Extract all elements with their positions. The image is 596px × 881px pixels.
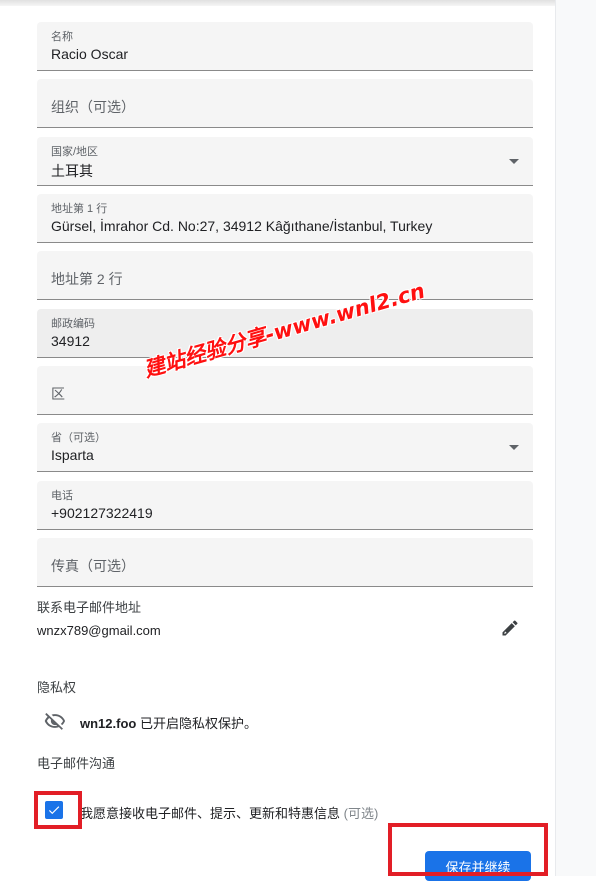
privacy-heading: 隐私权 <box>37 680 77 695</box>
dropdown-arrow-icon[interactable] <box>509 445 519 450</box>
address-line1-value[interactable]: Gürsel, İmrahor Cd. No:27, 34912 Kâğıtha… <box>51 218 432 234</box>
phone-label: 电话 <box>51 490 73 502</box>
pencil-icon[interactable] <box>500 618 520 638</box>
privacy-message: 已开启隐私权保护。 <box>136 716 257 731</box>
eye-off-icon <box>44 710 66 732</box>
address-line1-label: 地址第 1 行 <box>51 203 108 215</box>
consent-optional: (可选) <box>340 806 379 821</box>
organization-field[interactable]: 组织（可选） <box>37 79 533 128</box>
phone-value[interactable]: +902127322419 <box>51 505 153 521</box>
dropdown-arrow-icon[interactable] <box>509 159 519 164</box>
address-line2-placeholder: 地址第 2 行 <box>51 271 123 287</box>
district-field[interactable]: 区 <box>37 366 533 415</box>
postal-code-label: 邮政编码 <box>51 318 95 330</box>
name-field[interactable]: 名称 Racio Oscar <box>37 22 533 71</box>
address-line1-field[interactable]: 地址第 1 行 Gürsel, İmrahor Cd. No:27, 34912… <box>37 194 533 243</box>
name-value[interactable]: Racio Oscar <box>51 46 128 62</box>
address-form: 名称 Racio Oscar 组织（可选） 国家/地区 土耳其 地址第 1 行 … <box>0 0 555 881</box>
consent-text: 我愿意接收电子邮件、提示、更新和特惠信息 <box>80 806 341 821</box>
address-line2-field[interactable]: 地址第 2 行 <box>37 251 533 300</box>
privacy-domain: wn12.foo <box>80 716 137 731</box>
email-comms-heading: 电子邮件沟通 <box>37 756 116 771</box>
contact-email-value: wnzx789@gmail.com <box>37 623 161 638</box>
privacy-status: wn12.foo 已开启隐私权保护。 <box>80 713 257 732</box>
postal-code-field[interactable]: 邮政编码 34912 <box>37 309 533 358</box>
organization-placeholder: 组织（可选） <box>51 99 135 115</box>
district-placeholder: 区 <box>51 386 65 402</box>
province-select[interactable]: 省（可选） Isparta <box>37 423 533 472</box>
country-select[interactable]: 国家/地区 土耳其 <box>37 137 533 186</box>
postal-code-value[interactable]: 34912 <box>51 333 90 349</box>
name-label: 名称 <box>51 31 73 43</box>
fax-placeholder: 传真（可选） <box>51 558 135 574</box>
page-gutter <box>555 0 596 876</box>
contact-email-label: 联系电子邮件地址 <box>37 600 142 615</box>
country-value[interactable]: 土耳其 <box>51 161 93 181</box>
highlight-box-save <box>388 823 548 876</box>
marketing-consent-label[interactable]: 我愿意接收电子邮件、提示、更新和特惠信息 (可选) <box>80 803 378 822</box>
fax-field[interactable]: 传真（可选） <box>37 538 533 587</box>
country-label: 国家/地区 <box>51 146 99 158</box>
highlight-box-checkbox <box>34 791 82 829</box>
province-label: 省（可选） <box>51 432 106 444</box>
phone-field[interactable]: 电话 +902127322419 <box>37 481 533 530</box>
province-value[interactable]: Isparta <box>51 447 94 463</box>
